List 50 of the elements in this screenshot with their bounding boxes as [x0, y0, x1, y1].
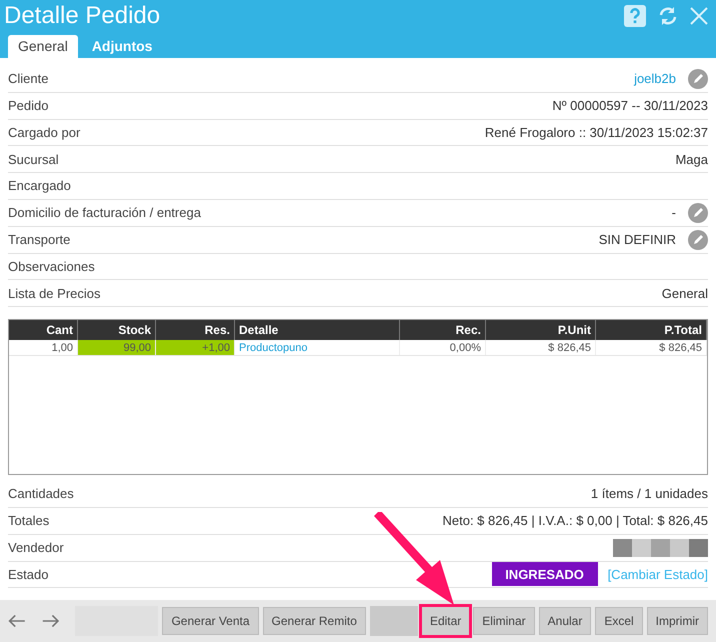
- field-value: Nº 00000597 -- 30/11/2023: [552, 96, 708, 115]
- field-label: Sucursal: [8, 150, 59, 169]
- column-header: Detalle: [235, 320, 400, 340]
- field-label: Estado: [8, 566, 48, 584]
- toolbar-button[interactable]: Editar: [422, 607, 470, 635]
- field-value: SIN DEFINIR: [598, 230, 676, 249]
- field-label: Cargado por: [8, 124, 80, 142]
- field-label: Lista de Precios: [8, 284, 100, 303]
- toolbar-button[interactable]: Anular: [538, 607, 592, 635]
- back-arrow-icon[interactable]: [8, 613, 26, 629]
- field-value: Neto: $ 826,45 | I.V.A.: $ 0,00 | Total: $ 826,45: [442, 512, 708, 530]
- table-cell: 99,00: [78, 340, 156, 356]
- toolbar-button[interactable]: Eliminar: [473, 607, 535, 635]
- forward-arrow-icon[interactable]: [42, 613, 60, 629]
- toolbar-button[interactable]: Imprimir: [646, 607, 708, 635]
- field-label: Observaciones: [8, 258, 95, 276]
- refresh-icon[interactable]: [658, 6, 678, 26]
- toolbar-button[interactable]: Generar Remito: [262, 607, 366, 635]
- field-value: 1 ítems / 1 unidades: [590, 485, 708, 504]
- field-value: René Frogaloro :: 30/11/2023 15:02:37: [484, 124, 708, 142]
- table-cell: $ 826,45: [596, 340, 707, 356]
- field-label: Domicilio de facturación / entrega: [8, 204, 201, 222]
- table-cell: +1,00: [156, 340, 235, 356]
- window-title: Detalle Pedido: [4, 4, 160, 28]
- field-value: -: [672, 204, 676, 222]
- table-cell: $ 826,45: [486, 340, 596, 356]
- column-header: P.Unit: [486, 320, 596, 340]
- toolbar-button[interactable]: Generar Venta: [162, 607, 259, 635]
- column-header: P.Total: [596, 320, 707, 340]
- pencil-icon[interactable]: [688, 68, 708, 89]
- close-icon[interactable]: [690, 7, 708, 25]
- column-header: Rec.: [400, 320, 486, 340]
- field-label: Cantidades: [8, 485, 74, 504]
- table-cell: 0,00%: [400, 340, 486, 356]
- pencil-icon[interactable]: [688, 202, 708, 223]
- help-icon[interactable]: [624, 5, 646, 27]
- pencil-icon[interactable]: [688, 230, 708, 250]
- field-value: Maga: [675, 150, 708, 169]
- field-label: Totales: [8, 512, 50, 530]
- field-label: Pedido: [8, 96, 48, 115]
- field-label: Vendedor: [8, 538, 64, 557]
- column-header: Cant: [9, 320, 78, 340]
- field-label: Encargado: [8, 177, 71, 196]
- field-label: Cliente: [8, 70, 48, 88]
- field-label: Transporte: [8, 230, 70, 249]
- tab[interactable]: General: [8, 35, 78, 58]
- status-badge: INGRESADO: [492, 562, 598, 586]
- field-value: General: [662, 284, 708, 303]
- toolbar-button[interactable]: Excel: [595, 607, 643, 635]
- redacted-block: [370, 606, 418, 636]
